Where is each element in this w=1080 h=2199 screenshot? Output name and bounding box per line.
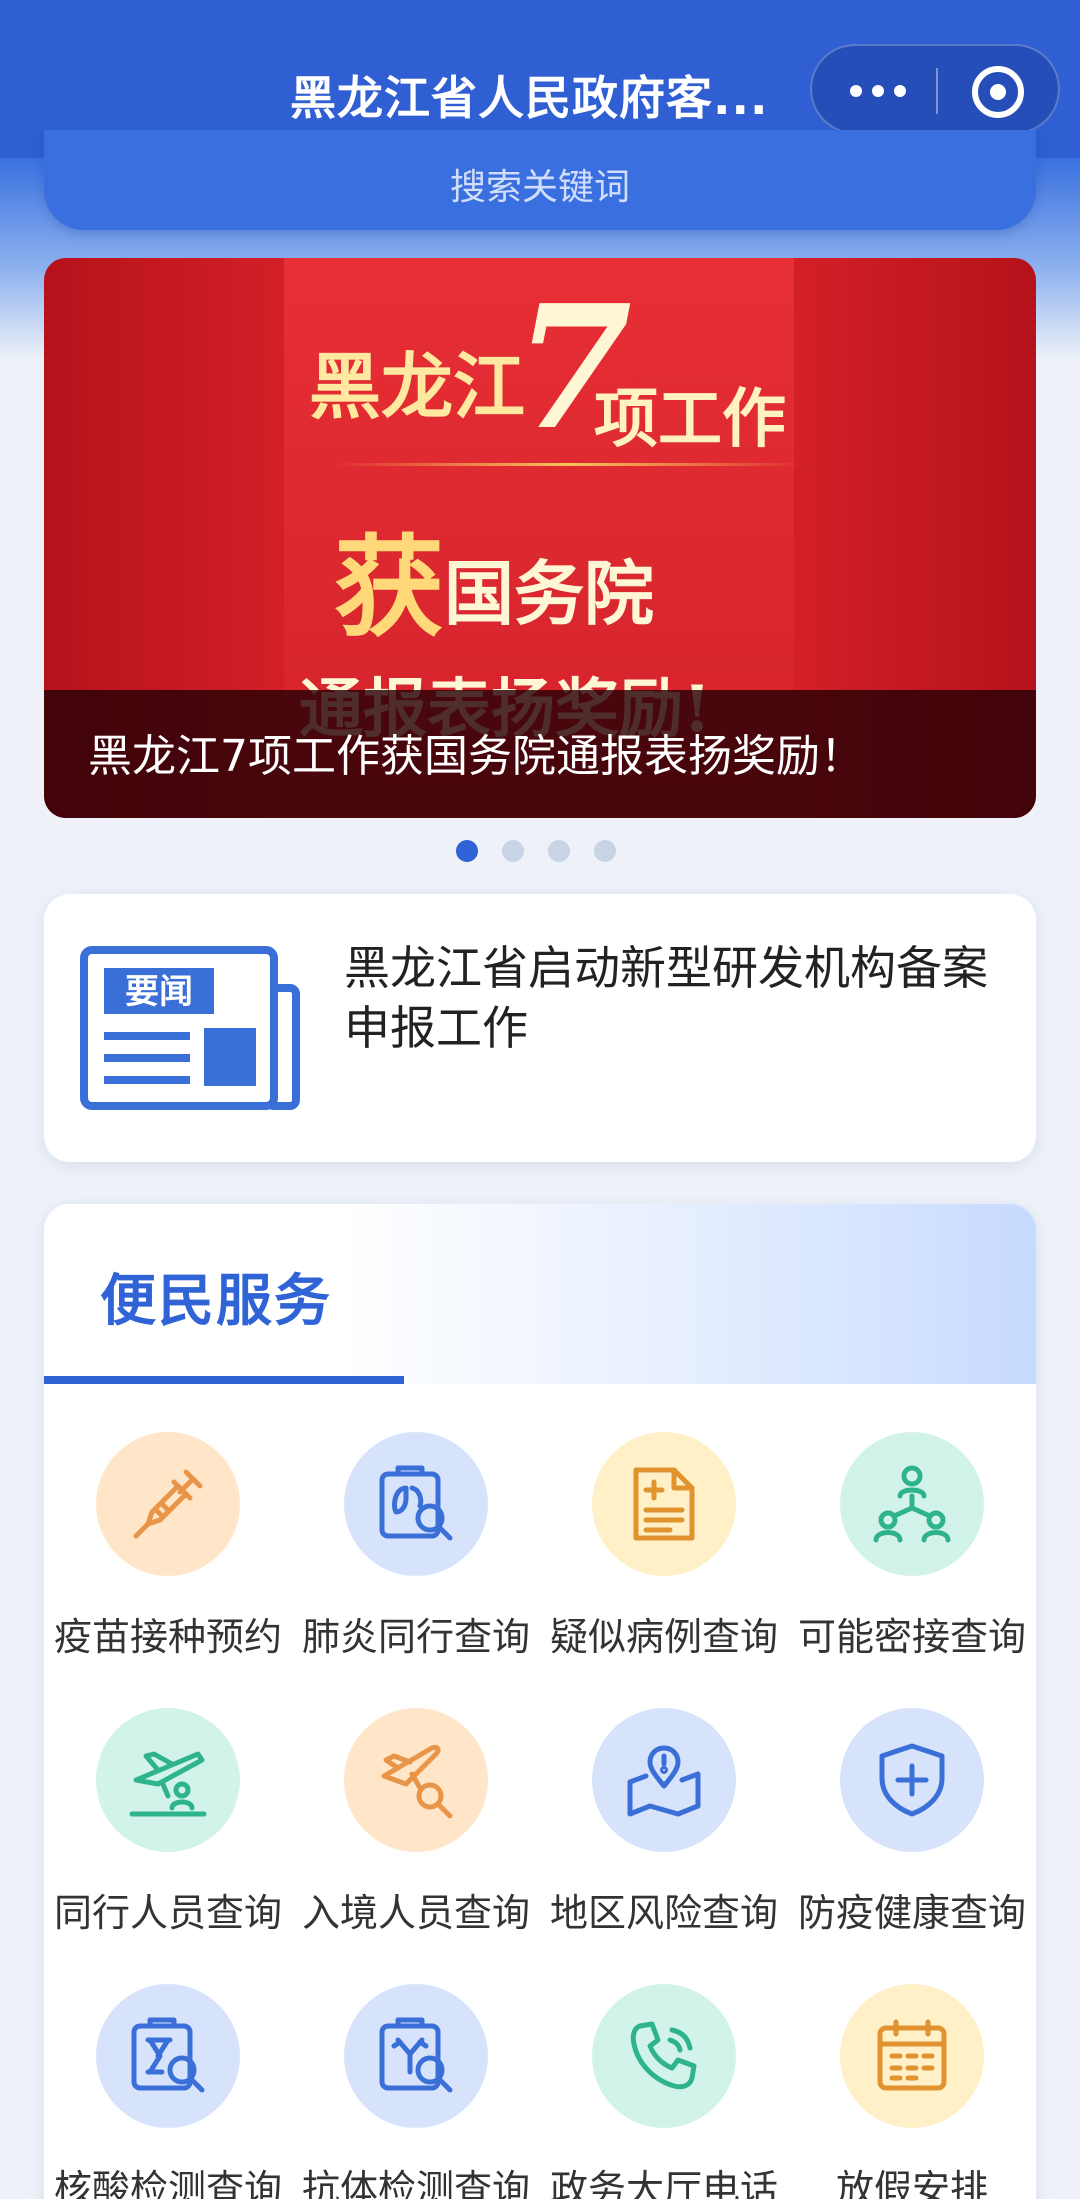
services-header: 便民服务	[44, 1204, 1036, 1384]
people-network-icon	[873, 1465, 951, 1543]
service-icon-bg	[592, 1432, 736, 1576]
service-label: 疫苗接种预约	[53, 1615, 282, 1659]
service-label: 入境人员查询	[301, 1891, 530, 1935]
service-hall-phone[interactable]: 政务大厅电话	[540, 1966, 788, 2199]
service-icon-bg	[840, 1432, 984, 1576]
banner-text: 国务院	[444, 552, 654, 635]
more-icon[interactable]	[850, 76, 910, 106]
banner-caption: 黑龙江7项工作获国务院通报表扬奖励！	[88, 731, 864, 782]
newspaper-icon: 要闻	[78, 944, 304, 1118]
service-icon-bg	[344, 1984, 488, 2128]
service-icon-bg	[344, 1708, 488, 1852]
service-label: 地区风险查询	[549, 1891, 778, 1935]
service-icon-bg	[96, 1984, 240, 2128]
service-travel-companions[interactable]: 同行人员查询	[44, 1690, 292, 1950]
calendar-icon	[877, 2019, 947, 2091]
service-pneumonia-companion[interactable]: 肺炎同行查询	[292, 1414, 540, 1674]
carousel-dot[interactable]	[456, 840, 478, 862]
service-label: 同行人员查询	[53, 1891, 282, 1935]
banner-caption-overlay: 黑龙江7项工作获国务院通报表扬奖励！	[44, 690, 1036, 818]
carousel-indicator	[456, 840, 636, 864]
carousel-dot[interactable]	[548, 840, 570, 862]
service-label: 肺炎同行查询	[301, 1615, 530, 1659]
service-icon-bg	[96, 1432, 240, 1576]
convenience-services-card: 便民服务 疫苗接种预约 肺炎同行查询 疑似病例查询 可能密接查询 同行人员查询 …	[44, 1204, 1036, 2199]
document-plus-icon	[633, 1467, 695, 1541]
services-tab-indicator	[44, 1376, 404, 1384]
carousel-dot[interactable]	[594, 840, 616, 862]
news-icon-label: 要闻	[125, 972, 193, 1012]
phone-icon	[630, 2021, 697, 2090]
capsule-divider	[936, 68, 938, 114]
service-close-contacts[interactable]: 可能密接查询	[788, 1414, 1036, 1674]
syringe-icon	[133, 1469, 203, 1539]
plane-people-icon	[129, 1751, 207, 1817]
service-nucleic-acid-test[interactable]: 核酸检测查询	[44, 1966, 292, 2199]
shield-plus-icon	[879, 1743, 945, 1817]
mini-program-capsule	[810, 44, 1060, 134]
service-holiday-schedule[interactable]: 放假安排	[788, 1966, 1036, 2199]
service-label: 防疫健康查询	[797, 1891, 1026, 1935]
test-tube-search-icon	[131, 2017, 205, 2093]
service-label: 政务大厅电话	[549, 2167, 778, 2199]
service-health-check[interactable]: 防疫健康查询	[788, 1690, 1036, 1950]
search-placeholder: 搜索关键词	[449, 167, 630, 208]
map-alert-icon	[627, 1745, 701, 1817]
banner-divider	[334, 463, 804, 466]
service-icon-bg	[96, 1708, 240, 1852]
service-inbound-travelers[interactable]: 入境人员查询	[292, 1690, 540, 1950]
search-bar[interactable]: 搜索关键词	[44, 130, 1036, 230]
service-vaccine-appointment[interactable]: 疫苗接种预约	[44, 1414, 292, 1674]
banner-text: 黑龙江	[309, 344, 526, 429]
banner-text: 获	[334, 523, 444, 652]
service-suspected-cases[interactable]: 疑似病例查询	[540, 1414, 788, 1674]
services-title: 便民服务	[100, 1269, 332, 1334]
service-icon-bg	[592, 1984, 736, 2128]
news-banner[interactable]: 黑龙江 7 项工作 获 国务院 通报表扬奖励! 黑龙江7项工作获国务院通报表扬奖…	[44, 258, 1036, 818]
headline-news-card[interactable]: 要闻 黑龙江省启动新型研发机构备案申报工作	[44, 894, 1036, 1162]
page-title: 黑龙江省人民政府客...	[290, 71, 769, 125]
service-icon-bg	[840, 1708, 984, 1852]
headline-news-title: 黑龙江省启动新型研发机构备案申报工作	[344, 941, 988, 1055]
service-antibody-test[interactable]: 抗体检测查询	[292, 1966, 540, 2199]
close-icon[interactable]	[972, 66, 1024, 118]
service-label: 可能密接查询	[797, 1615, 1026, 1659]
service-regional-risk[interactable]: 地区风险查询	[540, 1690, 788, 1950]
service-label: 疑似病例查询	[549, 1615, 778, 1659]
service-label: 核酸检测查询	[53, 2167, 282, 2199]
banner-text: 项工作	[594, 382, 786, 457]
service-label: 抗体检测查询	[301, 2167, 530, 2199]
carousel-dot[interactable]	[502, 840, 524, 862]
antibody-search-icon	[379, 2017, 453, 2093]
lung-search-icon	[379, 1465, 453, 1541]
service-icon-bg	[344, 1432, 488, 1576]
plane-search-icon	[381, 1745, 453, 1819]
service-icon-bg	[592, 1708, 736, 1852]
service-icon-bg	[840, 1984, 984, 2128]
service-label: 放假安排	[835, 2167, 988, 2199]
